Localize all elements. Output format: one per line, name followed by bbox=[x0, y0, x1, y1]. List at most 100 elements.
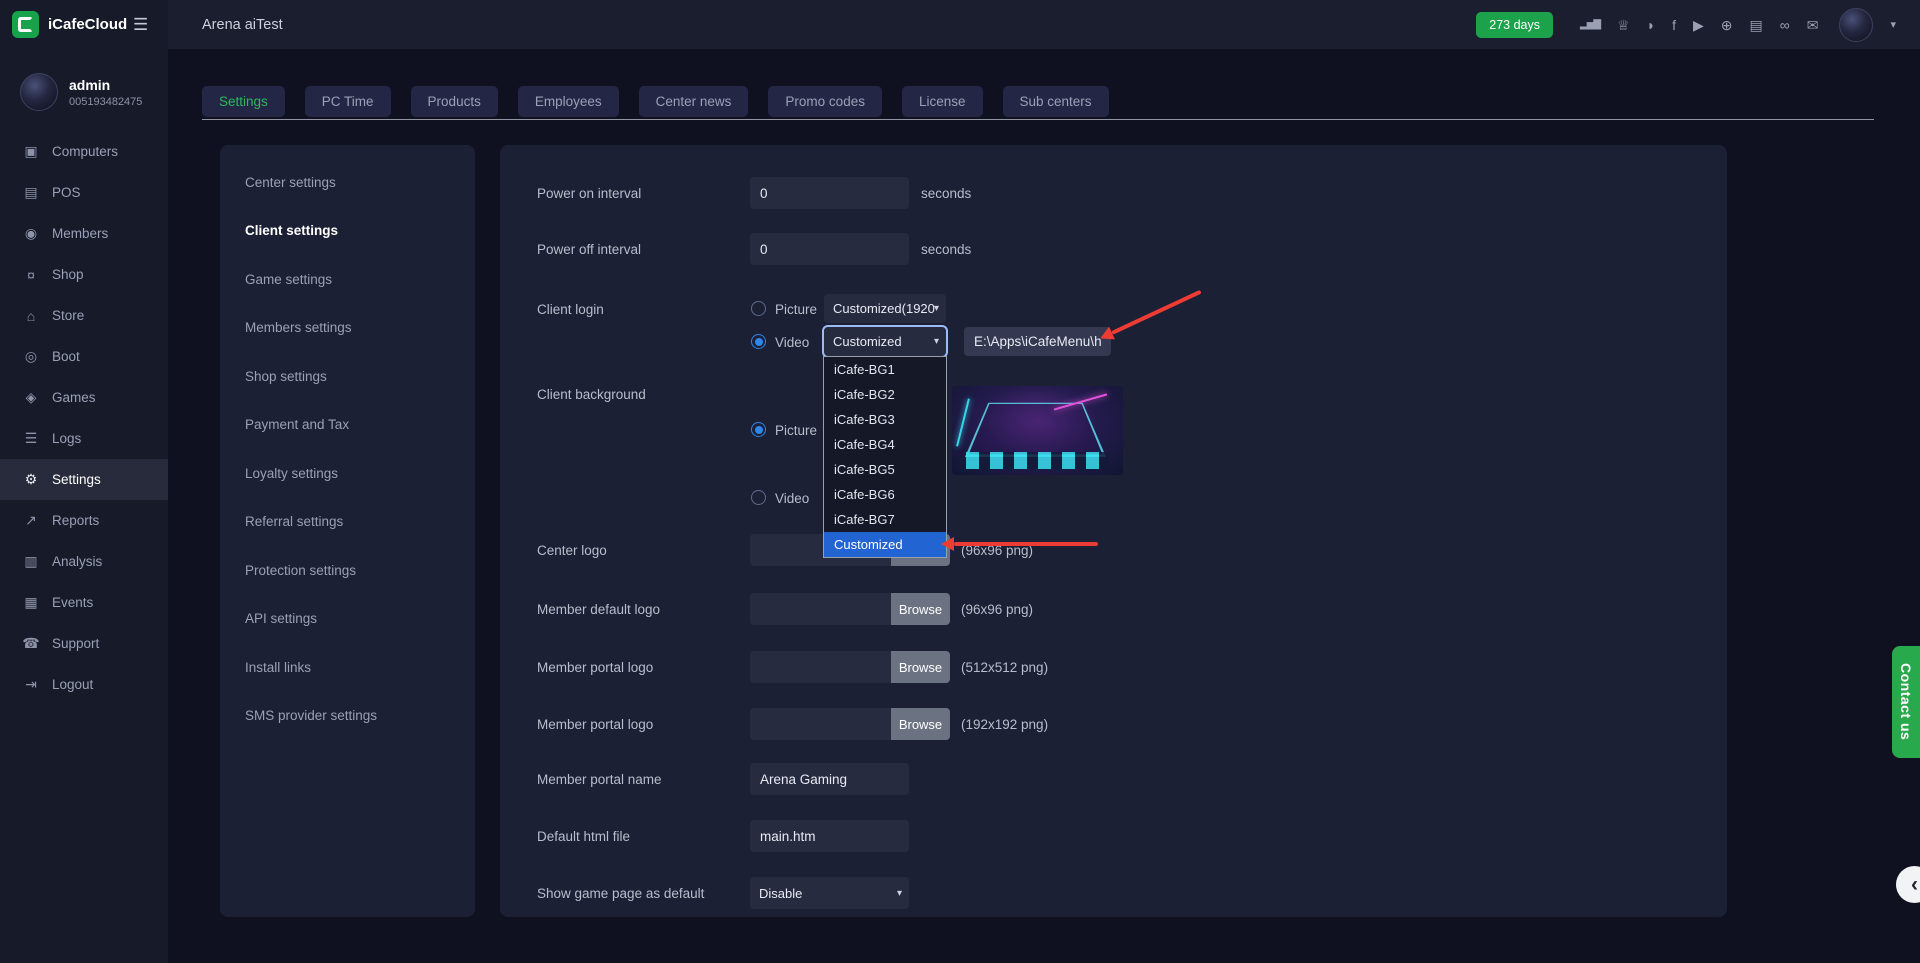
client-login-video-select[interactable]: Customized ▾ bbox=[822, 325, 948, 358]
nav-game-settings[interactable]: Game settings bbox=[220, 255, 475, 304]
side-chevron-button[interactable]: ‹ bbox=[1896, 866, 1920, 903]
license-days-badge[interactable]: 273 days bbox=[1476, 11, 1553, 38]
card-icon[interactable]: ▤ bbox=[1750, 18, 1763, 32]
show-game-page-row: Show game page as default Disable ▾ bbox=[537, 877, 1697, 909]
tab-center-news[interactable]: Center news bbox=[638, 86, 749, 117]
default-html-file-input[interactable] bbox=[750, 820, 909, 852]
nav-install-links[interactable]: Install links bbox=[220, 643, 475, 692]
sidebar-item-store[interactable]: ⌂ Store bbox=[0, 295, 168, 336]
sidebar-item-label: Games bbox=[52, 390, 96, 405]
member-portal-logo-512-browse-button[interactable]: Browse bbox=[891, 651, 950, 683]
dropdown-option-icafe-bg3[interactable]: iCafe-BG3 bbox=[824, 407, 946, 432]
settings-subnav: Center settings Client settings Game set… bbox=[220, 145, 475, 917]
logs-icon: ☰ bbox=[24, 430, 38, 446]
tab-promo-codes[interactable]: Promo codes bbox=[768, 86, 882, 117]
show-game-page-select[interactable]: Disable ▾ bbox=[750, 877, 909, 909]
radio-label: Video bbox=[775, 490, 810, 506]
field-hint: (192x192 png) bbox=[961, 716, 1049, 732]
chart-icon[interactable]: ▂▅▇ bbox=[1580, 19, 1601, 30]
nav-referral-settings[interactable]: Referral settings bbox=[220, 498, 475, 547]
member-portal-logo-512-file-input[interactable] bbox=[750, 651, 891, 683]
radio-label: Picture bbox=[775, 301, 818, 317]
sidebar-item-logs[interactable]: ☰ Logs bbox=[0, 418, 168, 459]
globe-icon[interactable]: ⊕ bbox=[1721, 18, 1733, 32]
sidebar-user-block: admin 005193482475 bbox=[0, 49, 168, 111]
sidebar: admin 005193482475 ▣ Computers ▤ POS ◉ Memb… bbox=[0, 49, 168, 963]
dropdown-option-icafe-bg6[interactable]: iCafe-BG6 bbox=[824, 482, 946, 507]
client-settings-form: Power on interval seconds Power off inte… bbox=[500, 145, 1727, 917]
sidebar-item-logout[interactable]: ⇥ Logout bbox=[0, 664, 168, 705]
field-label: Member default logo bbox=[537, 601, 661, 617]
power-off-interval-input[interactable] bbox=[750, 233, 909, 265]
members-icon: ◉ bbox=[24, 225, 38, 241]
youtube-icon[interactable]: ▶ bbox=[1693, 18, 1704, 32]
nav-center-settings[interactable]: Center settings bbox=[220, 158, 475, 207]
client-login-picture-radio[interactable] bbox=[751, 301, 766, 316]
trophy-icon[interactable]: ♕ bbox=[1617, 18, 1630, 32]
field-label: Client login bbox=[537, 301, 604, 317]
client-login-video-radio[interactable] bbox=[751, 334, 766, 349]
member-portal-logo-192-file-input[interactable] bbox=[750, 708, 891, 740]
contact-us-button[interactable]: Contact us bbox=[1892, 646, 1920, 758]
tab-license[interactable]: License bbox=[901, 86, 983, 117]
sidebar-item-computers[interactable]: ▣ Computers bbox=[0, 131, 168, 172]
tab-employees[interactable]: Employees bbox=[517, 86, 619, 117]
sidebar-item-pos[interactable]: ▤ POS bbox=[0, 172, 168, 213]
topbar-right: 273 days ▂▅▇ ♕ ◗ f ▶ ⊕ ▤ ∞ ✉ ▾ bbox=[1476, 0, 1896, 49]
nav-api-settings[interactable]: API settings bbox=[220, 595, 475, 644]
sidebar-item-analysis[interactable]: ▥ Analysis bbox=[0, 541, 168, 582]
field-hint: (96x96 png) bbox=[961, 542, 1034, 558]
member-portal-logo-192-browse-button[interactable]: Browse bbox=[891, 708, 950, 740]
field-hint: (96x96 png) bbox=[961, 601, 1034, 617]
dropdown-option-icafe-bg2[interactable]: iCafe-BG2 bbox=[824, 382, 946, 407]
dropdown-option-icafe-bg5[interactable]: iCafe-BG5 bbox=[824, 457, 946, 482]
tab-sub-centers[interactable]: Sub centers bbox=[1002, 86, 1109, 117]
user-avatar[interactable] bbox=[1839, 7, 1874, 42]
mail-icon[interactable]: ✉ bbox=[1807, 18, 1819, 32]
sidebar-item-events[interactable]: ▦ Events bbox=[0, 582, 168, 623]
member-default-logo-browse-button[interactable]: Browse bbox=[891, 593, 950, 625]
sidebar-item-shop[interactable]: ¤ Shop bbox=[0, 254, 168, 295]
tab-pc-time[interactable]: PC Time bbox=[304, 86, 391, 117]
field-hint: (512x512 png) bbox=[961, 659, 1049, 675]
field-label: Member portal logo bbox=[537, 659, 654, 675]
client-background-preview bbox=[952, 386, 1123, 475]
dropdown-option-customized[interactable]: Customized bbox=[824, 532, 946, 557]
glasses-icon[interactable]: ∞ bbox=[1780, 18, 1790, 32]
hamburger-menu-icon[interactable]: ☰ bbox=[133, 0, 148, 49]
dropdown-option-icafe-bg1[interactable]: iCafe-BG1 bbox=[824, 357, 946, 382]
dropdown-option-icafe-bg7[interactable]: iCafe-BG7 bbox=[824, 507, 946, 532]
nav-sms-provider-settings[interactable]: SMS provider settings bbox=[220, 692, 475, 741]
field-label: Member portal name bbox=[537, 771, 662, 787]
member-portal-name-input[interactable] bbox=[750, 763, 909, 795]
sidebar-item-reports[interactable]: ↗ Reports bbox=[0, 500, 168, 541]
sidebar-item-games[interactable]: ◈ Games bbox=[0, 377, 168, 418]
client-background-picture-radio[interactable] bbox=[751, 422, 766, 437]
facebook-icon[interactable]: f bbox=[1672, 18, 1676, 32]
chevron-down-icon[interactable]: ▾ bbox=[1890, 18, 1896, 31]
client-login-video-path-input[interactable] bbox=[964, 327, 1111, 356]
client-login-picture-select[interactable]: Customized(1920 ▾ bbox=[824, 294, 946, 323]
phone-icon: ☎ bbox=[22, 635, 40, 651]
sidebar-item-boot[interactable]: ◎ Boot bbox=[0, 336, 168, 377]
tab-settings[interactable]: Settings bbox=[202, 86, 285, 117]
client-background-video-radio[interactable] bbox=[751, 490, 766, 505]
member-default-logo-file-input[interactable] bbox=[750, 593, 891, 625]
sidebar-item-label: Members bbox=[52, 226, 109, 241]
nav-protection-settings[interactable]: Protection settings bbox=[220, 546, 475, 595]
dropdown-option-icafe-bg4[interactable]: iCafe-BG4 bbox=[824, 432, 946, 457]
power-on-interval-input[interactable] bbox=[750, 177, 909, 209]
chevron-left-icon: ‹ bbox=[1911, 872, 1918, 896]
sidebar-item-label: Computers bbox=[52, 144, 119, 159]
rss-icon[interactable]: ◗ bbox=[1647, 18, 1655, 32]
nav-members-settings[interactable]: Members settings bbox=[220, 304, 475, 353]
sidebar-item-support[interactable]: ☎ Support bbox=[0, 623, 168, 664]
nav-payment-and-tax[interactable]: Payment and Tax bbox=[220, 401, 475, 450]
nav-loyalty-settings[interactable]: Loyalty settings bbox=[220, 449, 475, 498]
tab-products[interactable]: Products bbox=[410, 86, 498, 117]
sidebar-item-settings[interactable]: ⚙ Settings bbox=[0, 459, 168, 500]
nav-client-settings[interactable]: Client settings bbox=[220, 207, 475, 256]
member-portal-logo-512-row: Member portal logo Browse (512x512 png) bbox=[537, 651, 1697, 683]
nav-shop-settings[interactable]: Shop settings bbox=[220, 352, 475, 401]
sidebar-item-members[interactable]: ◉ Members bbox=[0, 213, 168, 254]
